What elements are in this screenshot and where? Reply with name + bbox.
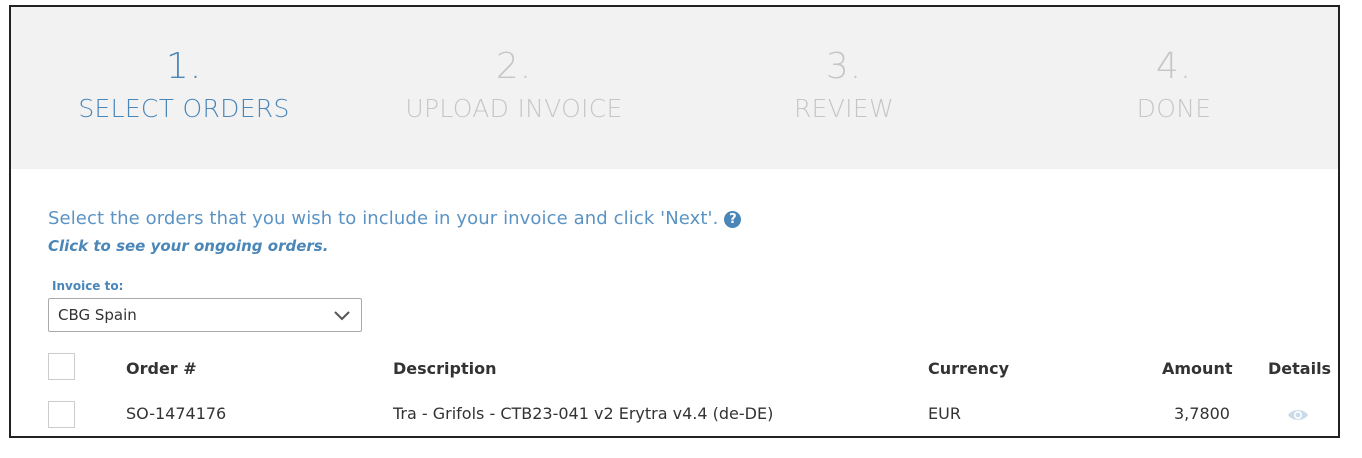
- step-upload-invoice: 2. UPLOAD INVOICE: [349, 43, 679, 127]
- step-select-orders[interactable]: 1. SELECT ORDERS: [19, 43, 349, 127]
- order-amount: 3,7800: [1174, 404, 1230, 423]
- header-description: Description: [393, 359, 497, 378]
- step-label: UPLOAD INVOICE: [405, 94, 623, 123]
- question-circle-icon[interactable]: ?: [724, 211, 742, 228]
- select-all-checkbox[interactable]: [48, 353, 75, 380]
- chevron-down-icon: [334, 311, 350, 321]
- order-number: SO-1474176: [126, 404, 227, 423]
- step-number: 1.: [165, 46, 203, 87]
- invoice-to-value: CBG Spain: [58, 306, 137, 324]
- step-label: SELECT ORDERS: [78, 94, 290, 123]
- header-details: Details: [1268, 359, 1332, 378]
- invoice-to-select[interactable]: CBG Spain: [48, 298, 362, 332]
- eye-icon[interactable]: [1287, 407, 1309, 423]
- order-description: Tra - Grifols - CTB23-041 v2 Erytra v4.4…: [393, 404, 774, 423]
- intro-text-row: Select the orders that you wish to inclu…: [48, 208, 742, 229]
- wizard-steps: 1. SELECT ORDERS 2. UPLOAD INVOICE 3. RE…: [11, 7, 1338, 169]
- step-label: DONE: [1136, 94, 1212, 123]
- intro-text: Select the orders that you wish to inclu…: [48, 208, 719, 229]
- step-done: 4. DONE: [1009, 43, 1338, 127]
- invoice-wizard: 1. SELECT ORDERS 2. UPLOAD INVOICE 3. RE…: [9, 5, 1340, 438]
- step-number: 4.: [1155, 46, 1193, 87]
- header-order: Order #: [126, 359, 197, 378]
- invoice-to-label: Invoice to:: [52, 279, 124, 293]
- header-amount: Amount: [1162, 359, 1233, 378]
- step-label: REVIEW: [794, 94, 894, 123]
- header-currency: Currency: [928, 359, 1010, 378]
- row-checkbox[interactable]: [48, 401, 75, 428]
- step-number: 3.: [825, 46, 863, 87]
- step-number: 2.: [495, 46, 533, 87]
- ongoing-orders-link[interactable]: Click to see your ongoing orders.: [48, 237, 328, 255]
- step-review: 3. REVIEW: [679, 43, 1009, 127]
- order-currency: EUR: [928, 404, 961, 423]
